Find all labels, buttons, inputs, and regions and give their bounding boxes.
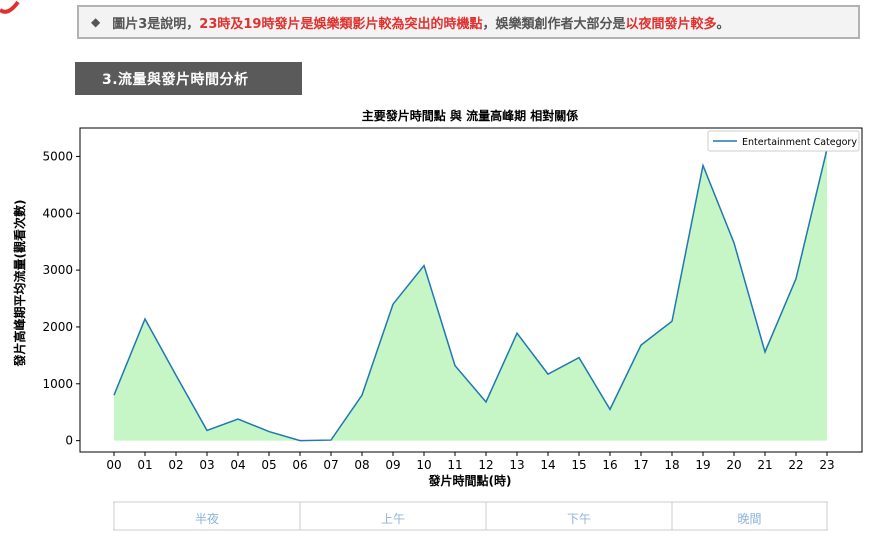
- x-tick-label: 20: [726, 458, 741, 472]
- y-tick-label: 1000: [42, 377, 73, 391]
- x-tick-label: 15: [571, 458, 586, 472]
- traffic-area-chart: 主要發片時間點 與 流量高峰期 相對關係 發片時間點(時) 發片高峰期平均流量(…: [12, 108, 863, 531]
- x-tick-label: 12: [478, 458, 493, 472]
- period-label: 下午: [567, 512, 591, 526]
- chart-title: 主要發片時間點 與 流量高峰期 相對關係: [362, 108, 579, 123]
- x-tick-label: 03: [199, 458, 214, 472]
- period-label: 晚間: [737, 512, 761, 526]
- y-tick-label: 3000: [42, 263, 73, 277]
- x-tick-label: 07: [323, 458, 338, 472]
- x-tick-label: 17: [633, 458, 648, 472]
- x-tick-label: 21: [757, 458, 772, 472]
- x-tick-label: 19: [695, 458, 710, 472]
- period-label: 上午: [381, 512, 405, 526]
- x-tick-label: 22: [788, 458, 803, 472]
- x-tick-label: 23: [819, 458, 834, 472]
- y-tick-label: 0: [65, 434, 73, 448]
- period-label: 半夜: [195, 511, 219, 526]
- x-tick-label: 06: [292, 458, 307, 472]
- x-tick-label: 14: [540, 458, 555, 472]
- x-tick-label: 18: [664, 458, 679, 472]
- x-tick-label: 13: [509, 458, 524, 472]
- x-tick-label: 10: [416, 458, 431, 472]
- x-tick-label: 01: [137, 458, 152, 472]
- area-fill: [114, 149, 827, 441]
- x-tick-label: 11: [447, 458, 462, 472]
- y-tick-label: 2000: [42, 320, 73, 334]
- x-tick-label: 16: [602, 458, 617, 472]
- x-tick-label: 02: [168, 458, 183, 472]
- legend-label: Entertainment Category: [742, 137, 857, 148]
- x-tick-label: 05: [261, 458, 276, 472]
- y-axis-label: 發片高峰期平均流量(觀看次數): [12, 200, 27, 368]
- x-tick-label: 09: [385, 458, 400, 472]
- y-tick-label: 5000: [42, 149, 73, 163]
- x-axis-label: 發片時間點(時): [428, 473, 512, 488]
- x-tick-label: 04: [230, 458, 245, 472]
- x-tick-label: 00: [106, 458, 121, 472]
- y-tick-label: 4000: [42, 206, 73, 220]
- x-tick-label: 08: [354, 458, 369, 472]
